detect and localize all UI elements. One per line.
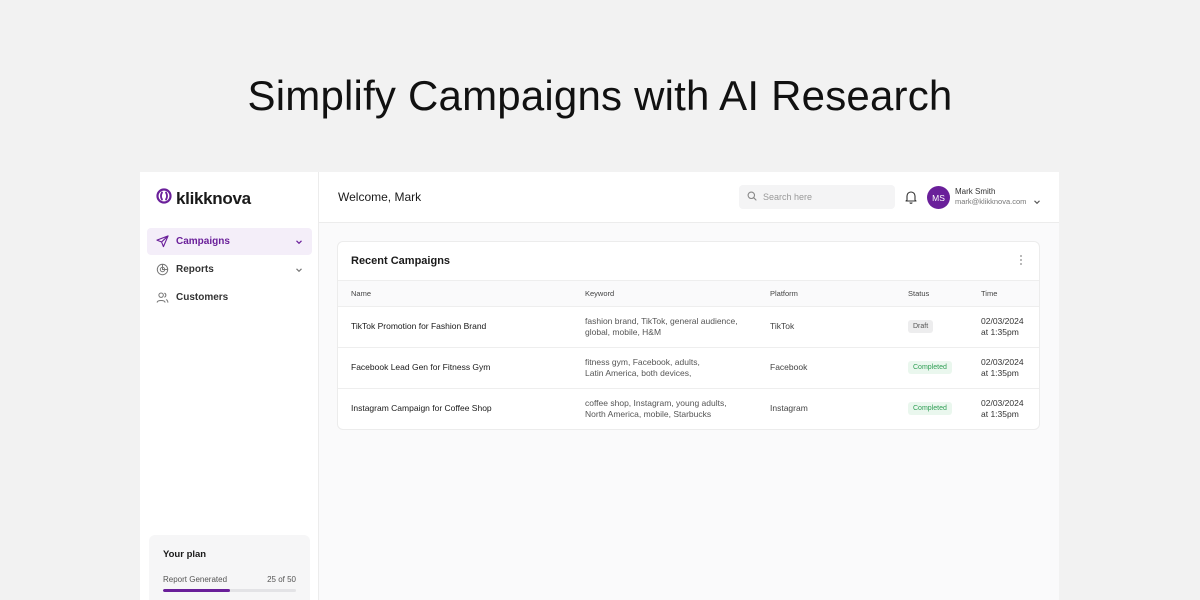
campaign-name[interactable]: Instagram Campaign for Coffee Shop xyxy=(338,388,572,429)
user-info[interactable]: Mark Smith mark@klikknova.com xyxy=(955,187,1026,207)
sidebar-item-customers[interactable]: Customers xyxy=(147,284,312,311)
keyword-line: Latin America, both devices, xyxy=(585,367,692,378)
search-icon xyxy=(747,188,757,206)
sidebar-item-label: Reports xyxy=(176,264,214,275)
plan-title: Your plan xyxy=(163,549,207,560)
campaign-date: 02/03/2024 xyxy=(981,356,1024,367)
welcome-text: Welcome, Mark xyxy=(338,190,422,204)
hero-title: Simplify Campaigns with AI Research xyxy=(247,72,953,119)
plan-usage-row: Report Generated 25 of 50 xyxy=(163,575,296,584)
status-badge: Completed xyxy=(908,361,952,374)
sidebar-item-label: Customers xyxy=(176,292,229,303)
plan-progress-bar xyxy=(163,589,296,592)
campaign-date: 02/03/2024 xyxy=(981,315,1024,326)
campaign-platform: Instagram xyxy=(770,403,808,414)
logo-text: klikknova xyxy=(176,188,251,208)
campaign-time: 02/03/2024 at 1:35pm xyxy=(968,306,1039,348)
table-row[interactable]: Facebook Lead Gen for Fitness Gym fitnes… xyxy=(338,347,1039,389)
campaign-keywords: fashion brand, TikTok, general audience,… xyxy=(572,306,757,348)
column-header-keyword[interactable]: Keyword xyxy=(572,281,757,307)
campaign-name[interactable]: TikTok Promotion for Fashion Brand xyxy=(338,306,572,348)
sidebar-item-label: Campaigns xyxy=(176,236,230,247)
column-header-platform[interactable]: Platform xyxy=(757,281,895,307)
logo[interactable]: klikknova xyxy=(156,188,251,209)
bell-icon[interactable] xyxy=(905,190,918,204)
status-badge: Completed xyxy=(908,402,952,416)
campaign-status: Completed xyxy=(895,388,968,429)
campaign-keywords: fitness gym, Facebook, adults, Latin Ame… xyxy=(572,347,757,389)
campaign-time-of-day: at 1:35pm xyxy=(981,367,1019,378)
sidebar: klikknova Campaigns Reports Customers Yo… xyxy=(140,172,319,600)
search-input[interactable] xyxy=(763,192,883,202)
keyword-line: North America, mobile, Starbucks xyxy=(585,408,712,419)
chevron-down-icon[interactable] xyxy=(294,237,304,247)
plan-card: Your plan Report Generated 25 of 50 xyxy=(149,535,310,600)
users-icon xyxy=(155,291,169,305)
keyword-line: global, mobile, H&M xyxy=(585,326,662,337)
plan-usage-count: 25 of 50 xyxy=(267,575,296,584)
campaign-time-of-day: at 1:35pm xyxy=(981,326,1019,337)
sidebar-item-reports[interactable]: Reports xyxy=(147,256,312,283)
column-header-status[interactable]: Status xyxy=(895,281,968,307)
chart-pie-icon xyxy=(155,263,169,277)
sidebar-item-campaigns[interactable]: Campaigns xyxy=(147,228,312,255)
plan-progress-fill xyxy=(163,589,230,592)
topbar: Welcome, Mark MS Mark Smith mark@klikkno… xyxy=(319,172,1059,223)
campaign-time: 02/03/2024 at 1:35pm xyxy=(968,347,1039,389)
column-header-time[interactable]: Time xyxy=(968,281,1039,307)
campaign-status: Draft xyxy=(895,306,968,348)
campaign-name[interactable]: Facebook Lead Gen for Fitness Gym xyxy=(338,347,572,389)
card-title: Recent Campaigns xyxy=(351,255,451,267)
campaign-time: 02/03/2024 at 1:35pm xyxy=(968,388,1039,429)
campaign-platform: TikTok xyxy=(757,306,895,348)
chevron-down-icon[interactable] xyxy=(294,265,304,275)
column-header-name[interactable]: Name xyxy=(338,281,572,307)
user-email: mark@klikknova.com xyxy=(955,197,1027,206)
plan-usage-label: Report Generated xyxy=(163,575,228,584)
keyword-line: fitness gym, Facebook, adults, xyxy=(585,356,700,367)
campaigns-table: Name Keyword Platform Status Time TikTok… xyxy=(338,281,1039,429)
avatar[interactable]: MS xyxy=(927,186,950,209)
keyword-line: coffee shop, Instagram, young adults, xyxy=(585,397,727,408)
chevron-down-icon[interactable] xyxy=(1033,193,1041,205)
main-content: Welcome, Mark MS Mark Smith mark@klikkno… xyxy=(319,172,1059,600)
logo-icon xyxy=(156,188,172,209)
sidebar-nav: Campaigns Reports Customers xyxy=(147,228,312,312)
campaign-date: 02/03/2024 xyxy=(981,397,1024,408)
table-row[interactable]: Instagram Campaign for Coffee Shop coffe… xyxy=(338,388,1039,429)
recent-campaigns-card: Recent Campaigns Name Keyword Platform S… xyxy=(337,241,1040,430)
keyword-line: fashion brand, TikTok, general audience, xyxy=(585,315,738,326)
status-badge: Draft xyxy=(908,320,934,333)
campaign-status: Completed xyxy=(895,347,968,389)
send-icon xyxy=(155,235,169,249)
campaign-platform: Facebook xyxy=(757,347,895,389)
card-header: Recent Campaigns xyxy=(338,242,1039,281)
campaign-time-of-day: at 1:35pm xyxy=(981,408,1019,419)
campaign-keywords: coffee shop, Instagram, young adults, No… xyxy=(572,388,757,429)
table-header-row: Name Keyword Platform Status Time xyxy=(338,281,1039,307)
app-window: klikknova Campaigns Reports Customers Yo… xyxy=(140,172,1059,600)
more-options-icon[interactable] xyxy=(1017,253,1025,267)
search-box[interactable] xyxy=(739,185,895,209)
user-name: Mark Smith xyxy=(955,187,996,196)
table-row[interactable]: TikTok Promotion for Fashion Brand fashi… xyxy=(338,306,1039,348)
